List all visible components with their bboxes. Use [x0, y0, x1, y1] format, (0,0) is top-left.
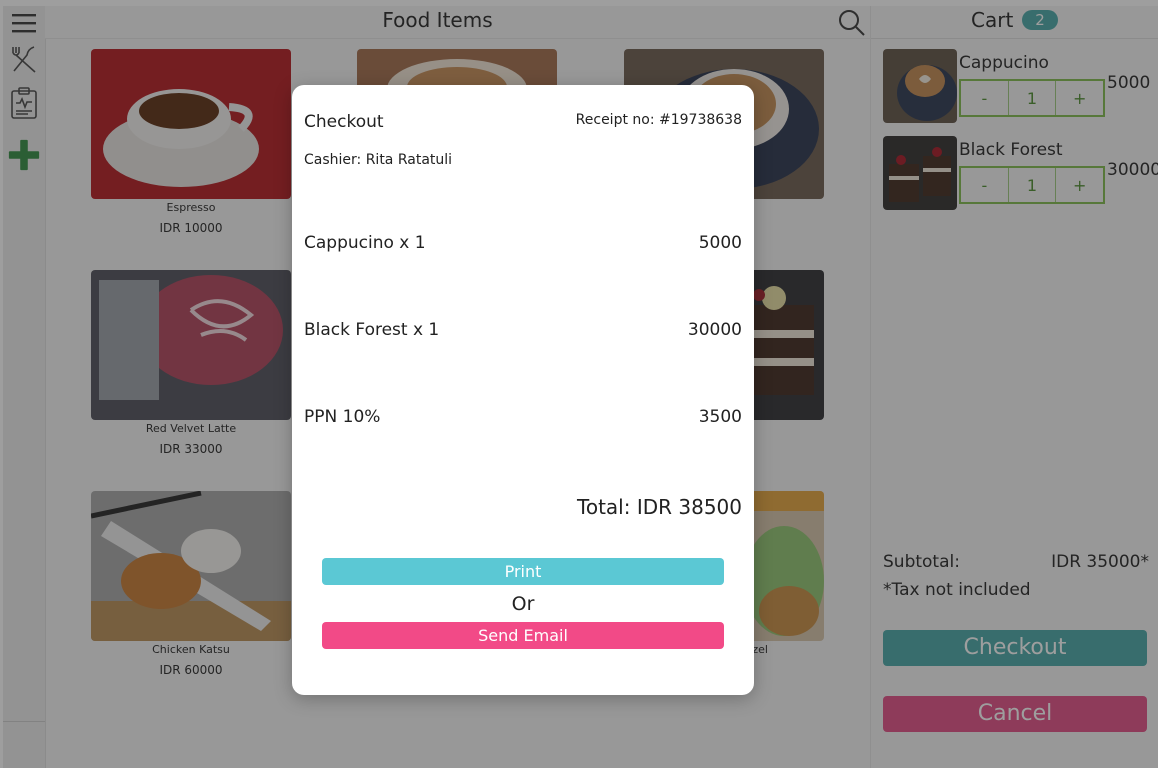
receipt-line-value: 3500: [698, 407, 742, 427]
send-email-button[interactable]: Send Email: [322, 622, 724, 649]
receipt-line: Black Forest x 1 30000: [304, 320, 742, 340]
receipt-number: Receipt no: #19738638: [575, 112, 742, 128]
cashier-name: Cashier: Rita Ratatuli: [304, 152, 453, 168]
receipt-line-label: Cappucino x 1: [304, 233, 426, 253]
receipt-line: Cappucino x 1 5000: [304, 233, 742, 253]
print-button[interactable]: Print: [322, 558, 724, 585]
receipt-total: Total: IDR 38500: [577, 495, 742, 519]
or-separator: Or: [511, 593, 535, 615]
checkout-modal: Checkout Receipt no: #19738638 Cashier: …: [292, 85, 754, 695]
modal-title: Checkout: [304, 112, 384, 132]
receipt-line-label: PPN 10%: [304, 407, 381, 427]
receipt-line-label: Black Forest x 1: [304, 320, 440, 340]
receipt-line: PPN 10% 3500: [304, 407, 742, 427]
receipt-line-value: 5000: [698, 233, 742, 253]
receipt-line-value: 30000: [687, 320, 742, 340]
